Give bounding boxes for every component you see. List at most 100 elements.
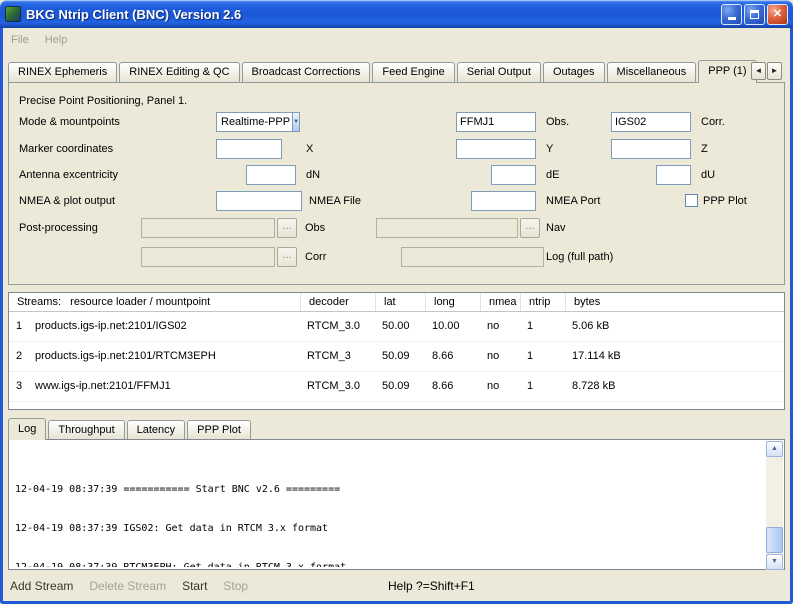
maximize-button[interactable] [744,4,765,25]
dn-label: dN [306,165,320,185]
tab-scroll-left-icon[interactable]: ◄ [751,62,766,80]
cell-decoder: RTCM_3.0 [301,372,376,401]
tab-throughput[interactable]: Throughput [48,420,124,439]
obs-mountpoint-input[interactable] [456,112,536,132]
ppp-plot-checkbox[interactable] [685,194,698,207]
x-label: X [306,139,313,159]
stream-row[interactable]: 2 products.igs-ip.net:2101/RTCM3EPH RTCM… [9,342,784,372]
scroll-up-icon[interactable]: ▲ [766,441,783,457]
tab-scroll-right-icon[interactable]: ► [767,62,782,80]
app-icon[interactable] [5,6,21,22]
log-line: 12-04-19 08:37:39 IGS02: Get data in RTC… [15,522,766,535]
cell-long: 8.66 [426,342,481,371]
tab-miscellaneous[interactable]: Miscellaneous [607,62,697,82]
tab-log[interactable]: Log [8,418,46,440]
postproc-label: Post-processing [19,218,98,238]
mode-label: Mode & mountpoints [19,112,120,132]
cell-mountpoint: www.igs-ip.net:2101/FFMJ1 [29,372,301,401]
tab-outages[interactable]: Outages [543,62,605,82]
menu-help[interactable]: Help [37,32,76,48]
stream-row[interactable]: 3 www.igs-ip.net:2101/FFMJ1 RTCM_3.0 50.… [9,372,784,402]
header-decoder: decoder [301,293,376,311]
header-lat: lat [376,293,426,311]
ppp-panel: Precise Point Positioning, Panel 1. Mode… [8,82,785,285]
stream-row[interactable]: 1 products.igs-ip.net:2101/IGS02 RTCM_3.… [9,312,784,342]
postproc-log-input [401,247,544,267]
nmea-label: NMEA & plot output [19,191,115,211]
cell-decoder: RTCM_3.0 [301,312,376,341]
marker-x-input[interactable] [216,139,282,159]
postproc-log-label: Log (full path) [546,247,613,267]
corr-mountpoint-input[interactable] [611,112,691,132]
postproc-corr-label: Corr [305,247,326,267]
minimize-icon [728,17,736,20]
tab-serial-output[interactable]: Serial Output [457,62,541,82]
tab-broadcast-corrections[interactable]: Broadcast Corrections [242,62,371,82]
antenna-dn-input[interactable] [246,165,296,185]
postproc-obs-browse-button: ... [277,218,297,238]
tab-rinex-ephemeris[interactable]: RINEX Ephemeris [8,62,117,82]
header-ntrip: ntrip [521,293,566,311]
nmea-port-input[interactable] [471,191,536,211]
tab-ppp-plot[interactable]: PPP Plot [187,420,251,439]
header-nmea: nmea [481,293,521,311]
log-line: 12-04-19 08:37:39 =========== Start BNC … [15,483,766,496]
postproc-corr-input [141,247,275,267]
row-number: 2 [9,342,29,371]
cell-decoder: RTCM_3 [301,342,376,371]
y-label: Y [546,139,553,159]
tab-feed-engine[interactable]: Feed Engine [372,62,454,82]
main-tab-bar: RINEX Ephemeris RINEX Editing & QC Broad… [8,60,759,83]
log-view: 12-04-19 08:37:39 =========== Start BNC … [8,439,785,570]
bnc-window: BKG Ntrip Client (BNC) Version 2.6 ✕ Fil… [0,0,793,604]
postproc-obs-label: Obs [305,218,325,238]
cell-lat: 50.00 [376,312,426,341]
ppp-plot-label: PPP Plot [703,191,747,211]
nmea-file-input[interactable] [216,191,302,211]
scrollbar-thumb[interactable] [766,527,783,553]
add-stream-button[interactable]: Add Stream [10,579,73,593]
menu-file[interactable]: File [3,32,37,48]
cell-mountpoint: products.igs-ip.net:2101/IGS02 [29,312,301,341]
tab-ppp-1[interactable]: PPP (1) [698,60,756,83]
cell-mountpoint: products.igs-ip.net:2101/RTCM3EPH [29,342,301,371]
stop-button: Stop [223,579,248,593]
scroll-down-icon[interactable]: ▼ [766,554,783,570]
mode-value: Realtime-PPP [217,116,292,128]
nmea-port-label: NMEA Port [546,191,600,211]
tab-rinex-editing-qc[interactable]: RINEX Editing & QC [119,62,239,82]
cell-lat: 50.09 [376,372,426,401]
log-scrollbar[interactable]: ▲ ▼ [766,441,783,570]
postproc-nav-label: Nav [546,218,566,238]
postproc-nav-input [376,218,518,238]
close-icon: ✕ [773,9,782,20]
antenna-de-input[interactable] [491,165,536,185]
mode-combobox[interactable]: Realtime-PPP ▼ [216,112,300,132]
postproc-obs-input [141,218,275,238]
chevron-down-icon[interactable]: ▼ [292,113,299,131]
cell-lat: 50.09 [376,342,426,371]
postproc-nav-browse-button: ... [520,218,540,238]
postproc-corr-browse-button: ... [277,247,297,267]
row-number: 1 [9,312,29,341]
cell-bytes: 5.06 kB [566,312,784,341]
close-button[interactable]: ✕ [767,4,788,25]
cell-bytes: 17.114 kB [566,342,784,371]
obs-label: Obs. [546,112,569,132]
marker-y-input[interactable] [456,139,536,159]
marker-z-input[interactable] [611,139,691,159]
marker-label: Marker coordinates [19,139,113,159]
minimize-button[interactable] [721,4,742,25]
tab-latency[interactable]: Latency [127,420,186,439]
header-long: long [426,293,481,311]
delete-stream-button: Delete Stream [89,579,166,593]
panel-caption: Precise Point Positioning, Panel 1. [19,91,187,111]
de-label: dE [546,165,559,185]
header-bytes: bytes [566,293,784,311]
title-bar[interactable]: BKG Ntrip Client (BNC) Version 2.6 ✕ [0,0,793,28]
cell-nmea: no [481,342,521,371]
streams-table: Streams: resource loader / mountpoint de… [8,292,785,410]
start-button[interactable]: Start [182,579,207,593]
antenna-du-input[interactable] [656,165,691,185]
row-number: 3 [9,372,29,401]
